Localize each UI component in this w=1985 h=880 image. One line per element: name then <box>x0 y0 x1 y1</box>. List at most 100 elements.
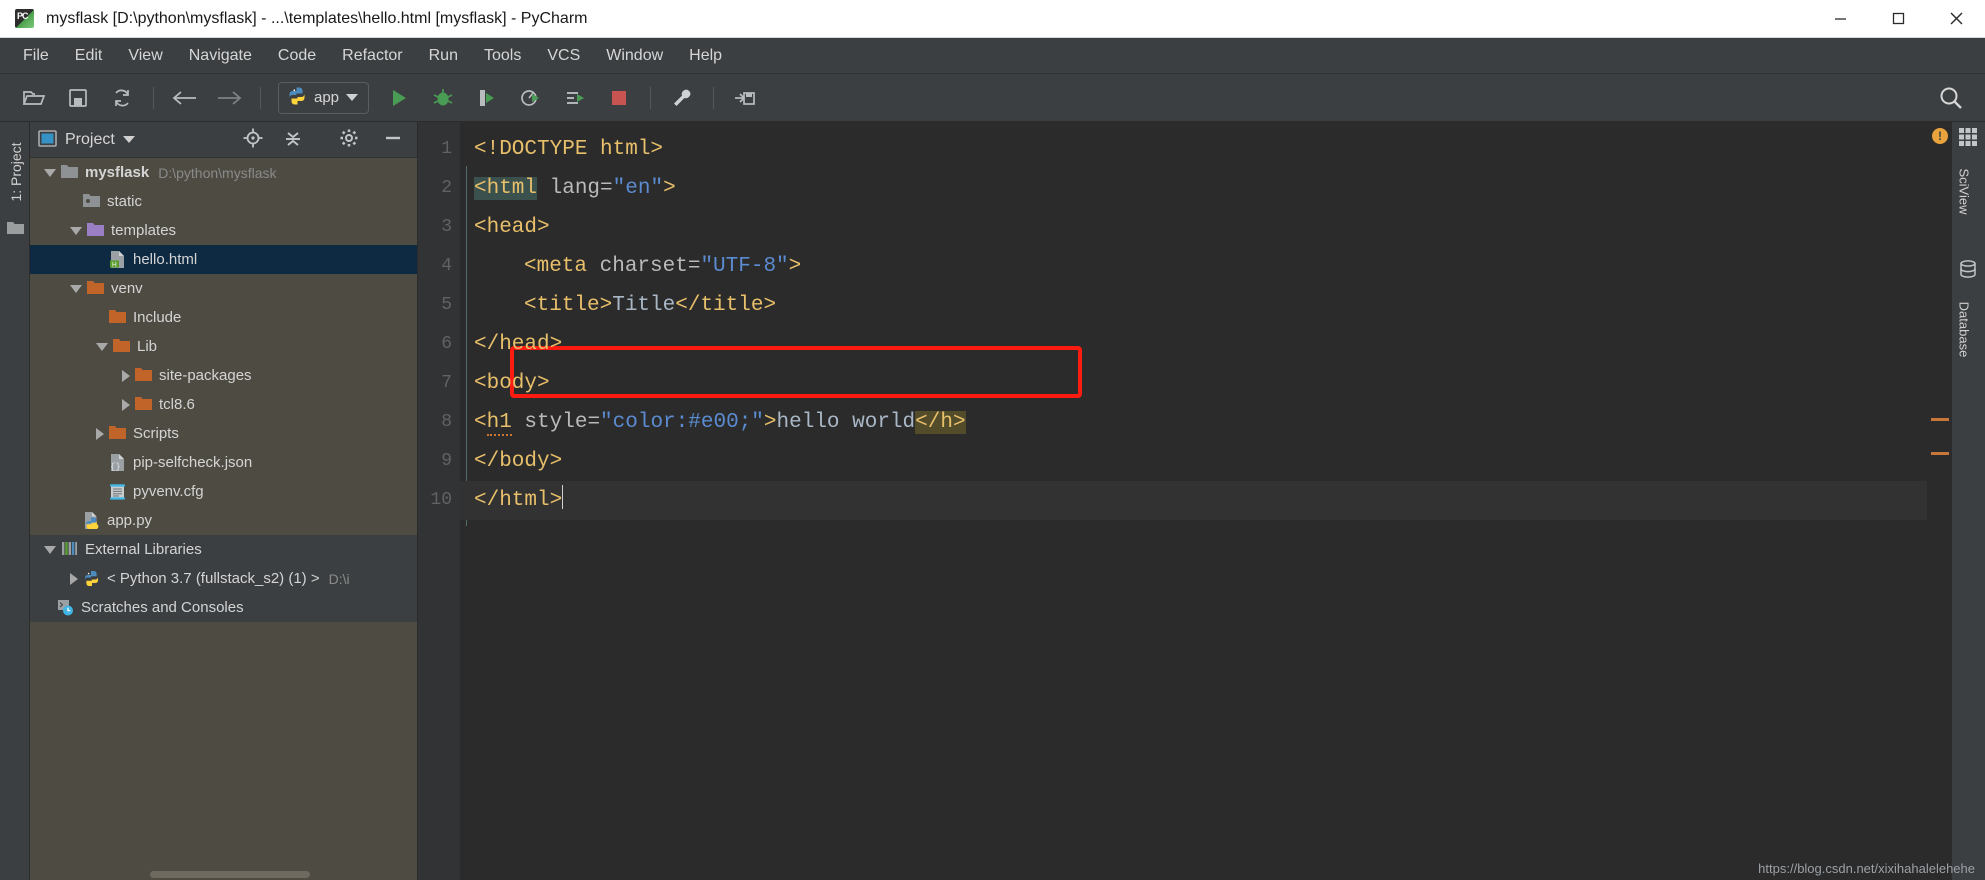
error-marker[interactable] <box>1931 418 1949 421</box>
menu-vcs[interactable]: VCS <box>534 43 593 69</box>
wrench-icon[interactable] <box>663 82 701 114</box>
project-tree-horizontal-scrollbar[interactable] <box>150 871 310 878</box>
code-editor[interactable]: <!DOCTYPE html> <html lang="en"> <head> <me… <box>460 122 1927 880</box>
tree-row-pyvenv-cfg[interactable]: pyvenv.cfg <box>30 477 417 506</box>
menu-run[interactable]: Run <box>416 43 471 69</box>
tree-row-external-libraries[interactable]: External Libraries <box>30 535 417 564</box>
main-content-area: 1: Project Project mysflask D:\python\my… <box>0 122 1985 880</box>
gear-icon[interactable] <box>339 128 359 151</box>
sidebar-item-sciview-tab[interactable]: SciView <box>1957 147 1972 237</box>
chevron-right-icon[interactable] <box>122 369 130 382</box>
code-line-4[interactable]: <meta charset="UTF-8"> <box>460 247 1927 286</box>
tree-item-label: Include <box>133 309 182 326</box>
tree-row-templates[interactable]: templates <box>30 216 417 245</box>
line-number: 2 <box>441 178 452 198</box>
hide-panel-icon[interactable] <box>383 128 403 151</box>
sidebar-item-project-tab[interactable]: 1: Project <box>8 124 24 220</box>
menu-vcs-label: VCS <box>547 46 581 64</box>
search-everywhere-icon[interactable] <box>1932 82 1970 114</box>
code-line-2[interactable]: <html lang="en"> <box>460 169 1927 208</box>
back-arrow-icon[interactable] <box>166 82 204 114</box>
editor-area: 1 2 3 4 5 6 7 8 9 10 <!DOCTYPE html> <html lang="e… <box>418 122 1951 880</box>
tree-row-python-3-7-fullstack-s2-1[interactable]: < Python 3.7 (fullstack_s2) (1) > D:\i <box>30 564 417 593</box>
menu-window[interactable]: Window <box>593 43 676 69</box>
maximize-button[interactable] <box>1869 0 1927 38</box>
tree-item-label: static <box>107 193 143 210</box>
project-tree[interactable]: mysflask D:\python\mysflask static template… <box>30 158 417 880</box>
forward-arrow-icon[interactable] <box>210 82 248 114</box>
project-panel-header: Project <box>30 122 417 158</box>
minimize-button[interactable] <box>1811 0 1869 38</box>
code-line-1[interactable]: <!DOCTYPE html> <box>460 130 1927 169</box>
menu-help[interactable]: Help <box>676 43 735 69</box>
chevron-down-icon[interactable] <box>346 94 359 101</box>
tree-row-tcl8-6[interactable]: tcl8.6 <box>30 390 417 419</box>
editor-marker-bar[interactable]: ! <box>1927 122 1951 880</box>
tree-row-venv[interactable]: venv <box>30 274 417 303</box>
run-icon[interactable] <box>380 82 418 114</box>
status-badge[interactable]: ! <box>1932 128 1948 144</box>
tree-row-scratches-and-consoles[interactable]: Scratches and Consoles <box>30 593 417 622</box>
chevron-down-icon[interactable] <box>96 342 108 351</box>
menu-file[interactable]: File <box>10 43 62 69</box>
refresh-icon[interactable] <box>103 82 141 114</box>
menu-tools[interactable]: Tools <box>471 43 534 69</box>
tree-row-lib[interactable]: Lib <box>30 332 417 361</box>
menu-code[interactable]: Code <box>265 43 329 69</box>
run-configuration-selector[interactable]: app <box>278 81 370 114</box>
collapse-all-icon[interactable] <box>283 128 303 151</box>
locate-target-icon[interactable] <box>243 128 263 151</box>
watermark-text: https://blog.csdn.net/xixihahalelehehe <box>1758 861 1975 876</box>
tree-row-pip-selfcheck-json[interactable]: {} pip-selfcheck.json <box>30 448 417 477</box>
code-line-9[interactable]: </body> <box>460 442 1927 481</box>
tree-row-hello-html[interactable]: Hhello.html <box>30 245 417 274</box>
chevron-right-icon[interactable] <box>122 398 130 411</box>
menu-edit[interactable]: Edit <box>62 43 116 69</box>
debug-icon[interactable] <box>424 82 462 114</box>
tree-row-mysflask[interactable]: mysflask D:\python\mysflask <box>30 158 417 187</box>
menu-view[interactable]: View <box>115 43 175 69</box>
tree-row-scripts[interactable]: Scripts <box>30 419 417 448</box>
chevron-right-icon[interactable] <box>70 572 78 585</box>
folder-icon[interactable] <box>6 220 25 238</box>
code-line-10[interactable]: </html> <box>460 481 1927 520</box>
menu-navigate[interactable]: Navigate <box>176 43 265 69</box>
chevron-down-icon[interactable] <box>70 226 82 235</box>
svg-text:H: H <box>112 261 117 268</box>
chevron-right-icon[interactable] <box>96 427 104 440</box>
tree-row-app-py[interactable]: app.py <box>30 506 417 535</box>
code-token: <body> <box>474 372 550 395</box>
run-with-coverage-icon[interactable] <box>468 82 506 114</box>
tree-item-label: Scripts <box>133 425 179 442</box>
profile-icon[interactable] <box>512 82 550 114</box>
tree-row-static[interactable]: static <box>30 187 417 216</box>
chevron-down-icon[interactable] <box>44 168 56 177</box>
line-number: 5 <box>441 295 452 315</box>
chevron-down-icon[interactable] <box>44 545 56 554</box>
cfg-file-icon <box>109 483 126 500</box>
tree-item-label: tcl8.6 <box>159 396 195 413</box>
save-all-icon[interactable] <box>59 82 97 114</box>
code-line-7[interactable]: <body> <box>460 364 1927 403</box>
code-line-8[interactable]: <h1 style="color:#e00;">hello world</h> <box>460 403 1927 442</box>
sidebar-item-database-tab[interactable]: Database <box>1957 285 1972 375</box>
open-folder-icon[interactable] <box>15 82 53 114</box>
code-line-5[interactable]: <title>Title</title> <box>460 286 1927 325</box>
update-project-icon[interactable] <box>726 82 764 114</box>
tree-item-label: pyvenv.cfg <box>133 483 204 500</box>
close-button[interactable] <box>1927 0 1985 38</box>
editor-gutter[interactable]: 1 2 3 4 5 6 7 8 9 10 <box>418 122 460 880</box>
menu-refactor[interactable]: Refactor <box>329 43 415 69</box>
code-token: hello world <box>776 411 916 434</box>
code-token: style= <box>511 411 601 434</box>
run-tests-icon[interactable] <box>556 82 594 114</box>
line-number: 7 <box>441 373 452 393</box>
code-line-6[interactable]: </head> <box>460 325 1927 364</box>
stop-icon[interactable] <box>600 82 638 114</box>
warning-marker[interactable] <box>1931 452 1949 455</box>
chevron-down-icon[interactable] <box>122 136 135 143</box>
tree-row-site-packages[interactable]: site-packages <box>30 361 417 390</box>
chevron-down-icon[interactable] <box>70 284 82 293</box>
code-line-3[interactable]: <head> <box>460 208 1927 247</box>
tree-row-include[interactable]: Include <box>30 303 417 332</box>
